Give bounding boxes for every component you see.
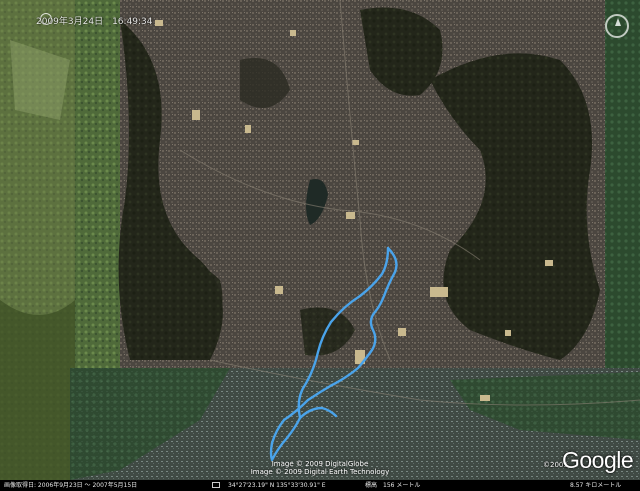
left-valley xyxy=(0,300,75,480)
credit-line-2: Image © 2009 Digital Earth Technology xyxy=(250,468,390,476)
map-viewport[interactable]: 2009年3月24日 16:49:34 Image © 2009 Digital… xyxy=(0,0,640,491)
camera-icon xyxy=(212,482,220,488)
pointer-coordinates: 34°27'23.19" N 135°33'30.91" E xyxy=(228,482,326,489)
status-bar: 画像取得日: 2006年9月23日 ～ 2007年5月15日 34°27'23.… xyxy=(0,480,640,491)
right-terrain-tile xyxy=(605,0,640,370)
compass-icon[interactable] xyxy=(605,14,629,38)
eye-altitude-readout: 8.57 キロメートル xyxy=(570,482,622,489)
elevation-readout: 標高 156 メートル xyxy=(365,482,421,489)
google-logo: Google xyxy=(562,447,634,473)
imagery-date-label: 2009年3月24日 16:49:34 xyxy=(36,17,153,27)
imagery-dates: 画像取得日: 2006年9月23日 ～ 2007年5月15日 xyxy=(4,482,138,489)
satellite-map[interactable] xyxy=(0,0,640,491)
